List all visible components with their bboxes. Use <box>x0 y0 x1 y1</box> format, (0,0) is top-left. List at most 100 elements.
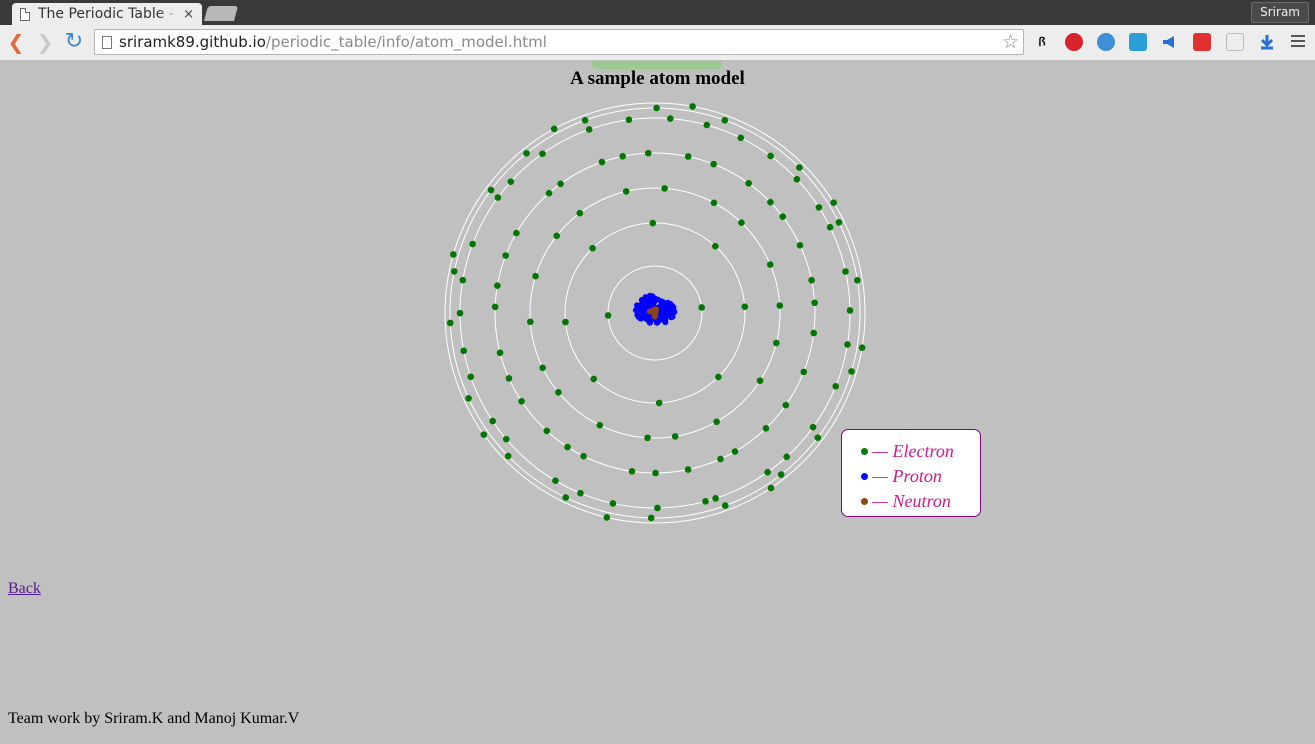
browser-toolbar: ❮ ❯ ↻ sriramk89.github.io/periodic_table… <box>0 25 1315 61</box>
electron <box>710 160 717 168</box>
electron <box>577 489 584 497</box>
electron <box>767 484 775 492</box>
globe-extension-icon[interactable] <box>1097 33 1115 51</box>
electron <box>502 435 510 443</box>
electron <box>562 494 570 501</box>
reload-icon[interactable]: ↻ <box>63 30 85 54</box>
electron <box>710 199 718 207</box>
electron <box>552 477 559 484</box>
electron <box>671 433 679 440</box>
legend-label-proton: — Proton <box>872 465 942 486</box>
legend: — Electron — Proton — Neutron <box>841 429 981 517</box>
megaphone-extension-icon[interactable] <box>1160 33 1178 51</box>
forward-arrow-icon[interactable]: ❯ <box>34 30 56 54</box>
proton <box>666 303 673 310</box>
download-extension-icon[interactable] <box>1258 33 1276 51</box>
browser-tab[interactable]: The Periodic Table - A × <box>12 3 202 25</box>
electron <box>539 150 546 158</box>
electron <box>564 443 571 451</box>
close-tab-icon[interactable]: × <box>183 7 194 22</box>
reader-extension-icon[interactable] <box>1226 33 1244 51</box>
new-tab-button[interactable] <box>203 6 239 21</box>
electron <box>494 282 501 290</box>
legend-item-electron: — Electron <box>861 441 954 461</box>
electron <box>721 502 729 509</box>
electron <box>764 468 771 476</box>
electron <box>450 268 458 275</box>
electron <box>738 219 745 226</box>
opera-extension-icon[interactable] <box>1065 33 1083 51</box>
electron <box>619 152 626 160</box>
electron <box>504 452 512 460</box>
legend-label-electron: — Electron <box>872 440 954 461</box>
electron-dot <box>861 447 868 455</box>
bookmark-star-icon[interactable]: ☆ <box>1002 30 1019 54</box>
electron <box>576 209 584 217</box>
extension-icon-6[interactable] <box>1193 33 1211 51</box>
page-icon <box>102 35 112 49</box>
electron <box>609 500 617 507</box>
electron <box>581 116 589 124</box>
electron <box>598 158 606 166</box>
electron <box>762 425 770 432</box>
electron <box>667 115 674 122</box>
electron <box>832 382 840 390</box>
url-host: sriramk89.github.io <box>119 33 266 51</box>
electron <box>467 373 475 381</box>
electron <box>767 152 774 160</box>
electron <box>465 395 472 402</box>
electron <box>644 149 652 157</box>
electron <box>487 186 495 194</box>
electron <box>808 276 815 284</box>
atom-model <box>444 102 866 524</box>
electron <box>527 318 534 326</box>
electron <box>779 213 787 220</box>
electron <box>625 116 633 124</box>
menu-icon[interactable] <box>1291 35 1305 50</box>
electron <box>830 199 837 206</box>
electron <box>741 303 749 310</box>
extension-icon-1[interactable]: ꟗ <box>1033 33 1051 51</box>
electron <box>773 339 780 347</box>
electron <box>776 302 784 309</box>
electron <box>814 434 822 441</box>
electron <box>684 153 692 160</box>
proton <box>638 307 645 314</box>
electron <box>702 498 709 505</box>
proton <box>662 316 669 323</box>
electron <box>782 401 790 409</box>
proton <box>652 295 659 302</box>
electron <box>777 471 785 478</box>
electron <box>653 104 660 112</box>
electron <box>698 304 705 311</box>
address-bar[interactable]: sriramk89.github.io/periodic_table/info/… <box>94 29 1024 55</box>
neutron-dot <box>861 497 868 505</box>
electron <box>717 455 724 463</box>
electron <box>756 377 764 385</box>
extension-icon-4[interactable] <box>1129 33 1147 51</box>
electron <box>513 229 520 237</box>
proton <box>666 311 673 318</box>
electron <box>628 468 636 475</box>
electron <box>446 319 454 327</box>
electron <box>456 309 464 317</box>
back-arrow-icon[interactable]: ❮ <box>5 30 27 54</box>
electron <box>590 375 598 383</box>
url-text[interactable]: sriramk89.github.io/periodic_table/info/… <box>119 33 547 51</box>
electron <box>811 299 818 307</box>
electron <box>496 349 504 357</box>
electron <box>842 268 849 275</box>
electron <box>469 240 476 248</box>
electron <box>604 312 612 319</box>
electron <box>848 368 855 375</box>
electron <box>846 307 854 314</box>
electron <box>545 189 553 197</box>
profile-button[interactable]: Sriram <box>1251 2 1309 23</box>
electron <box>557 180 564 188</box>
electron <box>589 244 596 252</box>
electron <box>858 344 866 351</box>
back-link[interactable]: Back <box>8 580 41 598</box>
electron <box>489 417 496 425</box>
electron <box>661 185 668 192</box>
electron <box>555 389 562 396</box>
